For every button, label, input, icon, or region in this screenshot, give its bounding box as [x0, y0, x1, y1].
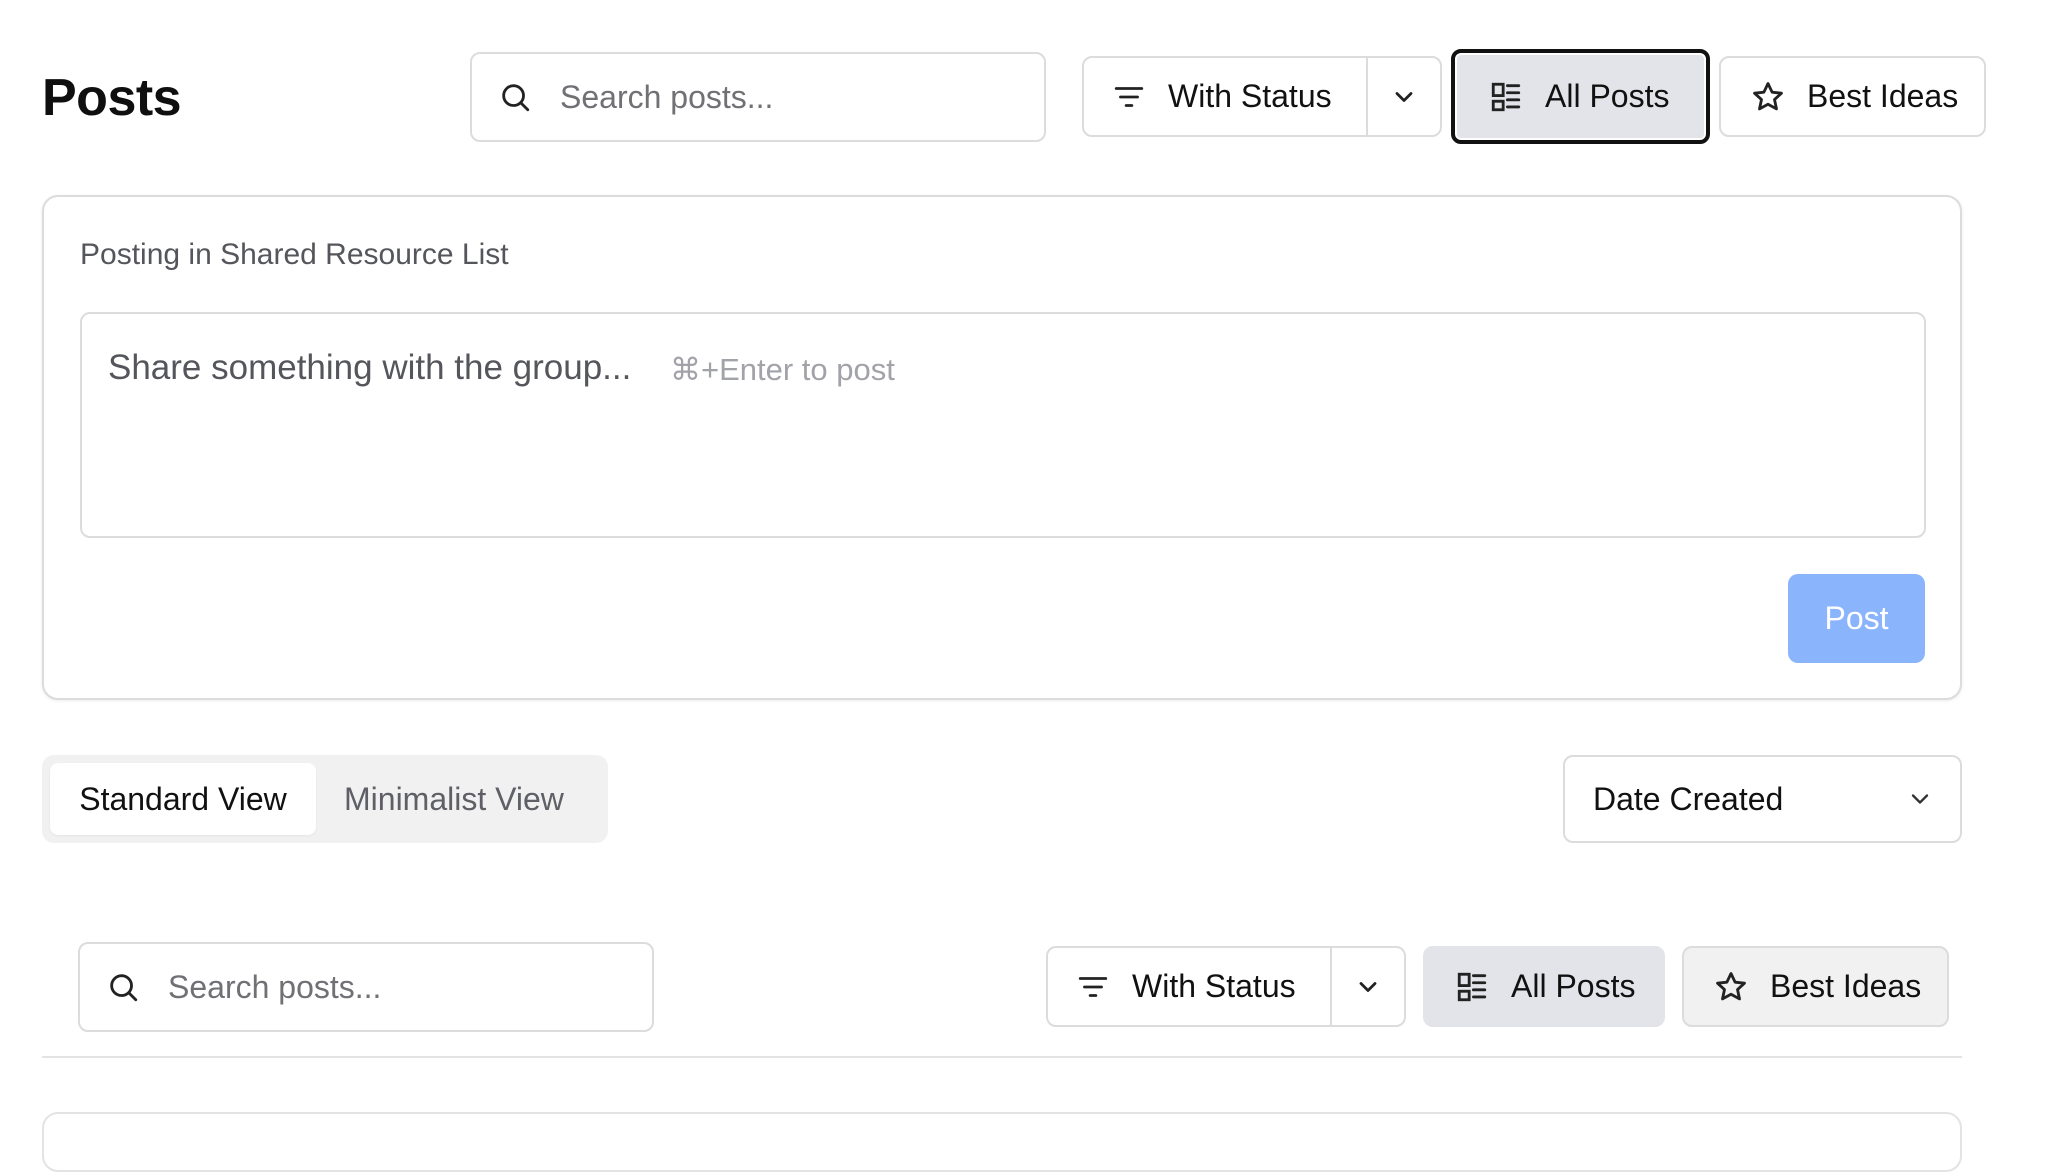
- standard-view-tab[interactable]: Standard View: [50, 763, 316, 835]
- divider: [42, 1056, 1962, 1058]
- chevron-down-icon: [1880, 785, 1960, 813]
- search-placeholder: Search posts...: [560, 78, 774, 115]
- post-button[interactable]: Post: [1788, 574, 1925, 663]
- chevron-down-icon: [1390, 83, 1418, 111]
- best-ideas-button-secondary[interactable]: Best Ideas: [1682, 946, 1949, 1027]
- best-ideas-button[interactable]: Best Ideas: [1719, 56, 1986, 137]
- filter-icon: [1076, 970, 1110, 1004]
- search-input-secondary[interactable]: Search posts...: [78, 942, 654, 1032]
- status-filter-dropdown[interactable]: [1368, 58, 1440, 135]
- all-posts-button[interactable]: All Posts: [1451, 49, 1710, 144]
- post-textarea-placeholder: Share something with the group...: [108, 348, 632, 387]
- post-card[interactable]: [42, 1112, 1962, 1172]
- chevron-down-icon: [1354, 973, 1382, 1001]
- status-filter-dropdown[interactable]: [1332, 948, 1404, 1025]
- status-filter[interactable]: With Status: [1082, 56, 1442, 137]
- list-icon: [1455, 970, 1489, 1004]
- best-ideas-label: Best Ideas: [1807, 78, 1959, 114]
- all-posts-label: All Posts: [1545, 78, 1670, 114]
- search-input[interactable]: Search posts...: [470, 52, 1046, 142]
- search-placeholder: Search posts...: [168, 968, 382, 1005]
- list-icon: [1489, 80, 1523, 114]
- sort-select-value: Date Created: [1593, 780, 1784, 817]
- minimalist-view-tab[interactable]: Minimalist View: [322, 763, 586, 835]
- posting-context-label: Posting in Shared Resource List: [80, 238, 509, 271]
- status-filter-label: With Status: [1168, 78, 1332, 114]
- all-posts-button-secondary[interactable]: All Posts: [1423, 946, 1665, 1027]
- view-toggle: Standard View Minimalist View: [42, 755, 608, 843]
- best-ideas-label: Best Ideas: [1770, 968, 1922, 1004]
- star-icon: [1751, 80, 1785, 114]
- status-filter-label: With Status: [1132, 968, 1296, 1004]
- filter-icon: [1112, 80, 1146, 114]
- shortcut-hint: ⌘+Enter to post: [670, 352, 895, 387]
- sort-select[interactable]: Date Created: [1563, 755, 1962, 843]
- post-textarea[interactable]: [80, 312, 1926, 538]
- status-filter-secondary[interactable]: With Status: [1046, 946, 1406, 1027]
- status-filter-button[interactable]: With Status: [1048, 948, 1332, 1025]
- search-icon: [106, 970, 140, 1004]
- all-posts-label: All Posts: [1511, 968, 1636, 1004]
- search-icon: [498, 80, 532, 114]
- star-icon: [1714, 970, 1748, 1004]
- page-title: Posts: [42, 69, 182, 127]
- status-filter-button[interactable]: With Status: [1084, 58, 1368, 135]
